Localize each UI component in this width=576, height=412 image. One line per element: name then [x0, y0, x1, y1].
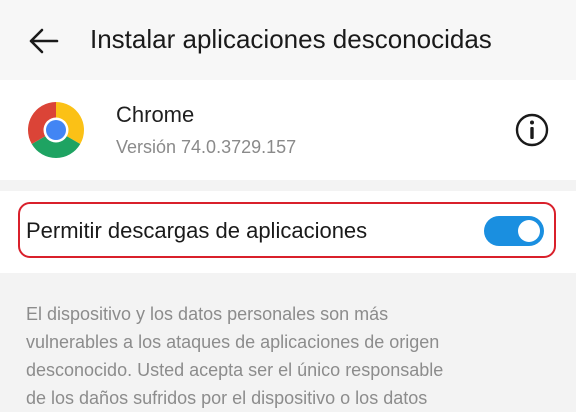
- allow-downloads-toggle[interactable]: [484, 216, 544, 246]
- page-title: Instalar aplicaciones desconocidas: [90, 24, 492, 54]
- description-line: de los daños sufridos por el dispositivo…: [26, 388, 428, 408]
- description-line: desconocido. Usted acepta ser el único r…: [26, 360, 444, 380]
- app-info-card: Chrome Versión 74.0.3729.157: [0, 80, 576, 180]
- app-name: Chrome: [116, 102, 195, 127]
- description-line: El dispositivo y los datos personales so…: [26, 304, 389, 324]
- toggle-knob: [518, 220, 540, 242]
- chrome-icon: [27, 102, 85, 159]
- back-button[interactable]: [22, 22, 64, 60]
- app-version: Versión 74.0.3729.157: [116, 137, 297, 157]
- allow-downloads-row[interactable]: Permitir descargas de aplicaciones: [0, 191, 576, 273]
- allow-downloads-label: Permitir descargas de aplicaciones: [26, 218, 368, 243]
- warning-description: El dispositivo y los datos personales so…: [26, 300, 556, 412]
- arrow-left-icon: [29, 28, 59, 54]
- top-app-bar: Instalar aplicaciones desconocidas: [0, 0, 576, 80]
- info-icon: [515, 113, 549, 147]
- description-line: vulnerables a los ataques de aplicacione…: [26, 332, 440, 352]
- app-info-button[interactable]: [512, 110, 552, 150]
